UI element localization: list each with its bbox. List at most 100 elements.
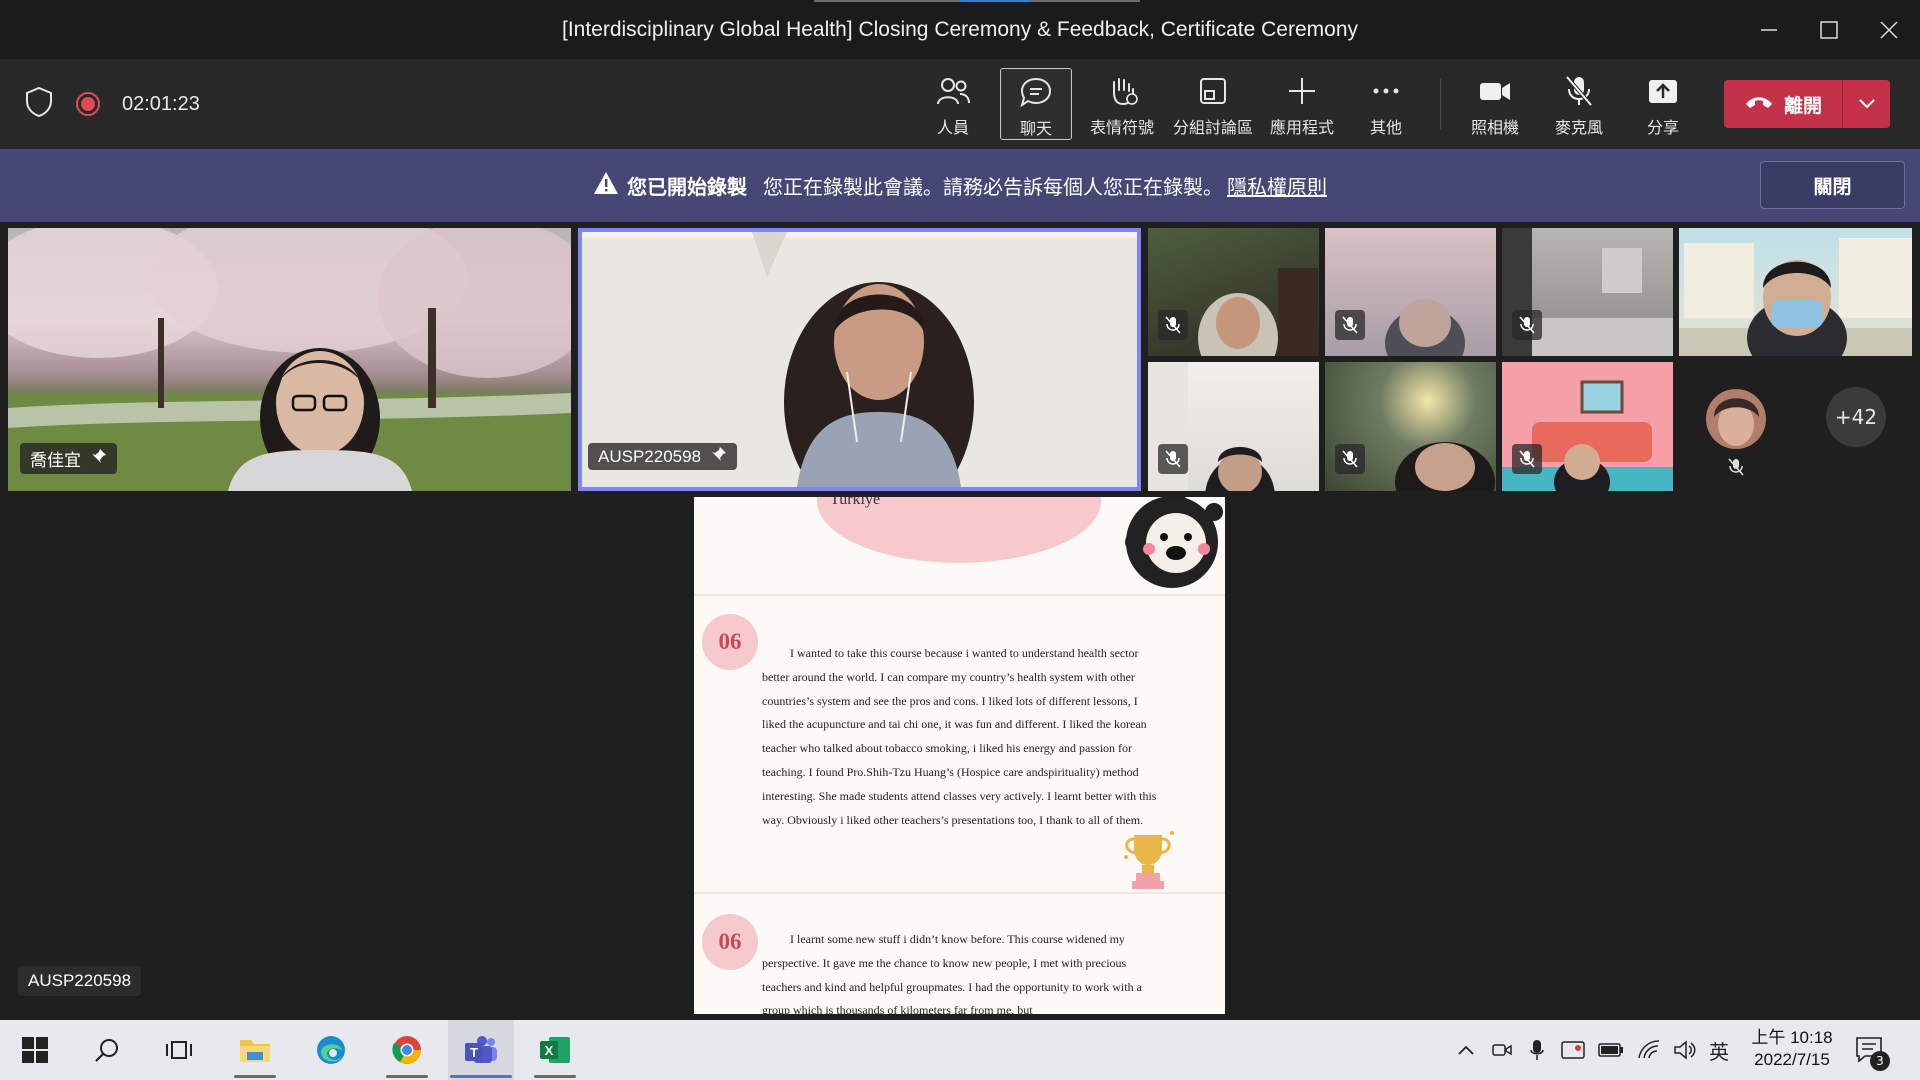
- pin-icon-2[interactable]: [711, 446, 727, 467]
- mic-off-icon: [1562, 74, 1596, 108]
- raise-hand-icon: [1105, 74, 1139, 108]
- teams-taskbar-button[interactable]: T: [448, 1020, 514, 1080]
- video-tile-small-2[interactable]: [1325, 228, 1496, 356]
- reactions-label: 表情符號: [1089, 118, 1154, 137]
- bear-mascot-icon: [1125, 497, 1223, 588]
- mic-off-icon: [1342, 450, 1358, 468]
- apps-button[interactable]: 應用程式: [1264, 68, 1340, 140]
- entry-number-badge-2: 06: [702, 914, 758, 970]
- meeting-toolbar: 02:01:23 人員 聊天 表情符號 分組討論區 應用程式 其他 照相機 麥克…: [0, 59, 1920, 149]
- input-method-indicator[interactable]: 英: [1704, 1020, 1734, 1080]
- recording-banner-title: 您已開始錄製: [627, 175, 747, 199]
- show-hidden-icons-button[interactable]: [1452, 1020, 1480, 1080]
- video-tile-small-1[interactable]: [1148, 228, 1319, 356]
- search-icon: [95, 1039, 118, 1062]
- notification-count-badge: 3: [1870, 1051, 1890, 1071]
- mic-muted-indicator: [1512, 310, 1542, 340]
- battery-tray-button[interactable]: [1596, 1020, 1626, 1080]
- presenter-name-chip: AUSP220598: [18, 966, 142, 996]
- microphone-tray-button[interactable]: [1524, 1020, 1550, 1080]
- apps-label: 應用程式: [1269, 118, 1334, 137]
- file-explorer-taskbar-button[interactable]: [226, 1020, 284, 1080]
- people-icon: [936, 74, 970, 108]
- breakout-rooms-label: 分組討論區: [1172, 118, 1253, 137]
- title-bar: [Interdisciplinary Global Health] Closin…: [0, 0, 1920, 59]
- camera-label: 照相機: [1470, 118, 1519, 137]
- video-tile-small-3[interactable]: [1502, 228, 1673, 356]
- reactions-button[interactable]: 表情符號: [1082, 68, 1162, 140]
- title-accent-blue: [960, 0, 1030, 2]
- mic-off-icon: [1165, 450, 1181, 468]
- meet-now-tray-button[interactable]: [1488, 1020, 1516, 1080]
- microphone-icon: [1530, 1040, 1544, 1060]
- maximize-button[interactable]: [1800, 0, 1858, 59]
- video-tile-small-4[interactable]: [1679, 228, 1912, 356]
- teams-icon: T: [465, 1036, 497, 1063]
- chat-icon: [1019, 75, 1053, 109]
- audio-only-participant[interactable]: [1679, 362, 1799, 491]
- entry-number-badge: 06: [702, 614, 758, 670]
- trophy-icon: [1124, 831, 1174, 889]
- privacy-policy-link[interactable]: 隱私權原則: [1227, 171, 1327, 200]
- camera-button[interactable]: 照相機: [1456, 68, 1534, 140]
- search-button[interactable]: [78, 1020, 136, 1080]
- mic-muted-indicator: [1158, 444, 1188, 474]
- chrome-icon: [392, 1036, 421, 1064]
- participant-name-2: AUSP220598: [598, 446, 702, 466]
- svg-text:T: T: [470, 1045, 478, 1060]
- clock-date: 2022/7/15: [1754, 1050, 1830, 1069]
- participant-name: 喬佳宜: [30, 451, 81, 470]
- mic-muted-indicator: [1335, 444, 1365, 474]
- close-window-button[interactable]: [1860, 0, 1918, 59]
- leave-button-group: 離開: [1724, 80, 1890, 128]
- video-tile-small-5[interactable]: [1148, 362, 1319, 491]
- share-icon: [1646, 74, 1680, 108]
- microphone-button[interactable]: 麥克風: [1540, 68, 1618, 140]
- more-label: 其他: [1369, 118, 1402, 137]
- participant-name-chip-2: AUSP220598: [588, 443, 738, 470]
- pin-icon[interactable]: [91, 448, 107, 469]
- task-view-button[interactable]: [150, 1020, 208, 1080]
- screen-share-icon: [1561, 1041, 1585, 1059]
- plus-icon: [1285, 74, 1319, 108]
- people-button[interactable]: 人員: [914, 68, 992, 140]
- screen-tray-button[interactable]: [1558, 1020, 1588, 1080]
- leave-options-button[interactable]: [1843, 80, 1890, 128]
- breakout-rooms-button[interactable]: 分組討論區: [1168, 68, 1258, 140]
- more-participants-button[interactable]: +42: [1826, 387, 1886, 447]
- chat-button[interactable]: 聊天: [1000, 68, 1072, 140]
- network-tray-button[interactable]: [1634, 1020, 1664, 1080]
- video-tile-small-6[interactable]: [1325, 362, 1496, 491]
- excel-taskbar-button[interactable]: X: [526, 1020, 584, 1080]
- mic-label: 麥克風: [1554, 118, 1603, 137]
- video-tile-small-7[interactable]: [1502, 362, 1673, 491]
- video-tile-pinned-1[interactable]: 喬佳宜: [8, 228, 571, 491]
- action-center-button[interactable]: 3: [1850, 1020, 1890, 1080]
- mic-muted-indicator: [1335, 310, 1365, 340]
- task-view-icon: [166, 1041, 192, 1059]
- taskbar-clock[interactable]: 上午 10:18 2022/7/15: [1742, 1027, 1842, 1071]
- recording-icon: [76, 92, 100, 116]
- country-label: Turkiye: [830, 497, 881, 508]
- video-tile-pinned-2-speaking[interactable]: AUSP220598: [578, 228, 1141, 491]
- breakout-rooms-icon: [1196, 74, 1230, 108]
- volume-tray-button[interactable]: [1670, 1020, 1700, 1080]
- mic-muted-indicator: [1512, 444, 1542, 474]
- minimize-button[interactable]: [1740, 0, 1798, 59]
- windows-logo-icon: [22, 1037, 48, 1063]
- shield-icon[interactable]: [24, 86, 54, 122]
- windows-taskbar: T X 英 3: [0, 1020, 1920, 1080]
- share-button[interactable]: 分享: [1624, 68, 1702, 140]
- edge-taskbar-button[interactable]: [302, 1020, 360, 1080]
- chrome-taskbar-button[interactable]: [378, 1020, 436, 1080]
- start-button[interactable]: [6, 1020, 64, 1080]
- feedback-paragraph-2: I learnt some new stuff i didn’t know be…: [762, 932, 1142, 1014]
- leave-button[interactable]: 離開: [1724, 80, 1842, 128]
- banner-close-button[interactable]: 關閉: [1760, 161, 1905, 209]
- mic-off-icon: [1519, 316, 1535, 334]
- camera-icon: [1478, 74, 1512, 108]
- share-label: 分享: [1646, 118, 1679, 137]
- battery-icon: [1598, 1043, 1623, 1057]
- more-button[interactable]: 其他: [1348, 68, 1424, 140]
- recording-banner: 您已開始錄製 您正在錄製此會議。請務必告訴每個人您正在錄製。 隱私權原則: [0, 149, 1920, 222]
